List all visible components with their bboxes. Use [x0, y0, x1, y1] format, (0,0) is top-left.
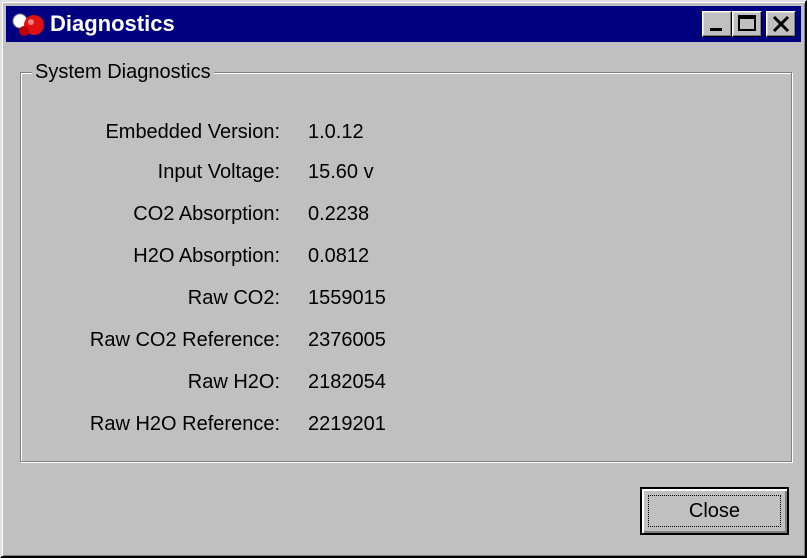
window-title: Diagnostics — [50, 11, 175, 36]
diagnostics-window: Diagnostics System Diagnostics Embedded … — [0, 0, 807, 558]
row-value: 1.0.12 — [308, 121, 364, 143]
focus-rectangle — [648, 495, 781, 527]
row-label: Raw H2O Reference: — [89, 413, 280, 435]
row-value: 2219201 — [308, 413, 386, 435]
group-legend: System Diagnostics — [32, 60, 214, 84]
title-bar[interactable]: Diagnostics — [6, 6, 801, 42]
row-value: 15.60 v — [308, 161, 374, 183]
row-label: Raw CO2 Reference: — [89, 329, 280, 351]
maximize-button[interactable] — [732, 11, 762, 37]
row-label: CO2 Absorption: — [133, 203, 280, 225]
row-label: H2O Absorption: — [133, 245, 280, 267]
row-value: 1559015 — [308, 287, 386, 309]
close-icon — [772, 15, 790, 33]
row-label: Input Voltage: — [157, 161, 280, 183]
minimize-button[interactable] — [702, 11, 732, 37]
close-button[interactable]: Close — [640, 487, 789, 535]
row-value: 0.2238 — [308, 203, 370, 225]
maximize-icon — [738, 15, 756, 31]
row-label: Raw H2O: — [187, 371, 280, 393]
minimize-icon — [710, 28, 722, 31]
row-label: Embedded Version: — [105, 121, 280, 143]
close-window-button[interactable] — [766, 11, 796, 37]
row-value: 0.0812 — [308, 245, 370, 267]
row-label: Raw CO2: — [187, 287, 280, 309]
app-logo-icon[interactable] — [12, 12, 48, 38]
row-value: 2182054 — [308, 371, 386, 393]
row-value: 2376005 — [308, 329, 386, 351]
